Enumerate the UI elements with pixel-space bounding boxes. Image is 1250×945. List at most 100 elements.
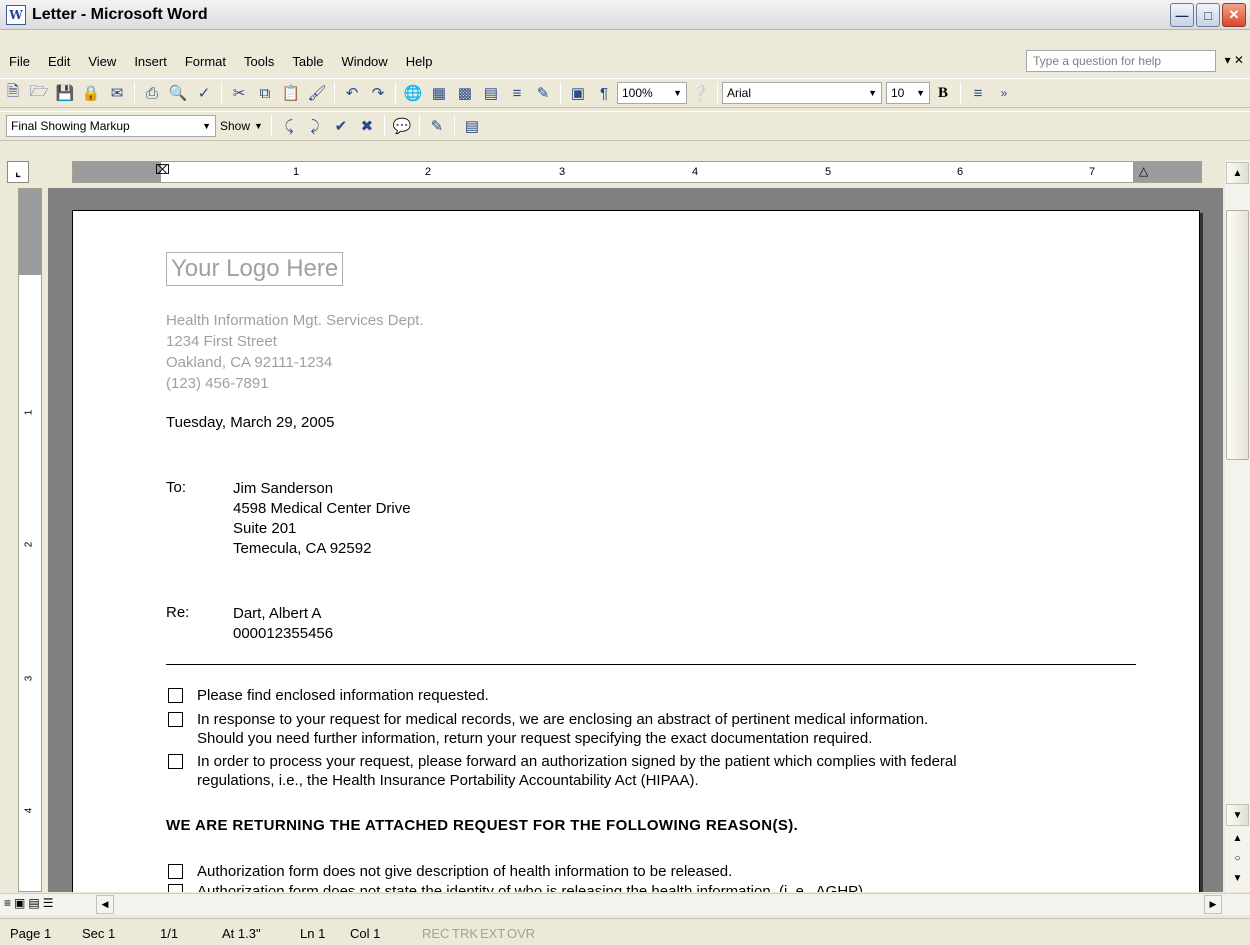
open-folder-icon[interactable]: 🗁 [28, 82, 50, 104]
doc-window-controls[interactable]: ▾ ✕ [1225, 53, 1244, 67]
checkbox[interactable] [168, 864, 183, 879]
zoom-value: 100% [622, 86, 653, 100]
email-icon[interactable]: ✉ [106, 82, 128, 104]
help-icon[interactable]: ❔ [689, 82, 711, 104]
print-icon[interactable]: ⎙ [141, 82, 163, 104]
cut-icon[interactable]: ✂ [228, 82, 250, 104]
normal-view-icon[interactable]: ≡ [4, 896, 11, 910]
close-button[interactable]: ✕ [1222, 3, 1246, 27]
tab-selector-button[interactable]: ⌞ [7, 161, 29, 183]
redo-icon[interactable]: ↷ [367, 82, 389, 104]
toolbar-separator [960, 82, 961, 104]
checkbox[interactable] [168, 754, 183, 769]
web-layout-icon[interactable]: ▣ [14, 896, 25, 910]
show-hide-icon[interactable]: ¶ [593, 82, 615, 104]
toolbar-separator [270, 115, 272, 137]
insert-excel-icon[interactable]: ▤ [480, 82, 502, 104]
document-area[interactable]: Your Logo Here Health Information Mgt. S… [48, 188, 1223, 892]
bold-button[interactable]: B [932, 82, 954, 104]
vertical-ruler[interactable]: 1 2 3 4 [18, 188, 42, 892]
scroll-right-icon[interactable]: ▶ [1204, 895, 1222, 914]
chevron-down-icon: ▼ [202, 121, 211, 131]
horizontal-ruler[interactable]: 1 2 3 4 5 6 7 ⌧ △ [72, 161, 1202, 183]
document-page[interactable]: Your Logo Here Health Information Mgt. S… [72, 210, 1200, 892]
menu-table[interactable]: Table [283, 54, 332, 69]
status-trk[interactable]: TRK [452, 926, 478, 941]
show-menu-button[interactable]: Show ▼ [216, 119, 267, 133]
checkbox[interactable] [168, 884, 183, 892]
tables-borders-icon[interactable]: ▦ [428, 82, 450, 104]
toolbar-overflow-icon[interactable]: » [993, 82, 1015, 104]
indent-marker-icon[interactable]: ⌧ [155, 162, 170, 178]
next-page-icon[interactable]: ▼ [1226, 867, 1249, 889]
next-change-icon[interactable]: ⤸ [304, 115, 326, 137]
word-app-icon[interactable]: W [6, 4, 26, 25]
bullets-icon[interactable]: ≡ [967, 82, 989, 104]
status-ovr[interactable]: OVR [507, 926, 535, 941]
chevron-down-icon: ▼ [868, 88, 877, 98]
previous-page-icon[interactable]: ▲ [1226, 827, 1249, 849]
print-layout-icon[interactable]: ▤ [28, 896, 39, 910]
scroll-left-icon[interactable]: ◀ [96, 895, 114, 914]
drawing-icon[interactable]: ✎ [532, 82, 554, 104]
menu-insert[interactable]: Insert [125, 54, 176, 69]
status-rec[interactable]: REC [422, 926, 449, 941]
recipient-line: 4598 Medical Center Drive [233, 500, 411, 517]
insert-comment-icon[interactable]: 💬 [391, 115, 413, 137]
scroll-up-icon[interactable]: ▲ [1226, 162, 1249, 184]
title-bar: W Letter - Microsoft Word — □ ✕ [0, 0, 1250, 30]
vruler-number: 3 [23, 675, 35, 682]
columns-icon[interactable]: ≡ [506, 82, 528, 104]
maximize-button[interactable]: □ [1196, 3, 1220, 27]
minimize-button[interactable]: — [1170, 3, 1194, 27]
previous-change-icon[interactable]: ⤹ [278, 115, 300, 137]
copy-icon[interactable]: ⧉ [254, 82, 276, 104]
hyperlink-icon[interactable]: 🌐 [402, 82, 424, 104]
help-search-input[interactable]: Type a question for help [1026, 50, 1216, 72]
menu-file[interactable]: File [0, 54, 39, 69]
toolbar-separator [418, 115, 420, 137]
browse-object-icon[interactable]: ○ [1226, 847, 1249, 869]
insert-table-icon[interactable]: ▩ [454, 82, 476, 104]
new-document-icon[interactable]: 🗎 [2, 82, 24, 104]
menu-window[interactable]: Window [332, 54, 396, 69]
reason-item: Authorization form does not give descrip… [168, 862, 732, 881]
save-icon[interactable]: 💾 [54, 82, 76, 104]
recipient-line: Jim Sanderson [233, 480, 334, 497]
scroll-thumb[interactable] [1226, 210, 1249, 460]
menu-tools[interactable]: Tools [235, 54, 283, 69]
markup-display-select[interactable]: Final Showing Markup ▼ [6, 115, 216, 137]
print-preview-icon[interactable]: 🔍 [167, 82, 189, 104]
logo-placeholder[interactable]: Your Logo Here [166, 252, 344, 286]
paste-icon[interactable]: 📋 [280, 82, 302, 104]
reviewing-pane-icon[interactable]: ▤ [461, 115, 483, 137]
document-map-icon[interactable]: ▣ [567, 82, 589, 104]
menu-help[interactable]: Help [397, 54, 442, 69]
format-painter-icon[interactable]: 🖌 [306, 82, 328, 104]
to-label: To: [166, 479, 187, 496]
font-select[interactable]: Arial ▼ [722, 82, 882, 104]
show-label: Show [220, 119, 251, 133]
permission-icon[interactable]: 🔒 [80, 82, 102, 104]
font-size-select[interactable]: 10 ▼ [886, 82, 930, 104]
checkbox-text: Please find enclosed information request… [197, 687, 489, 704]
vertical-scrollbar[interactable]: ▲ ▼ ▲ ○ ▼ [1225, 160, 1250, 892]
status-ext[interactable]: EXT [480, 926, 505, 941]
accept-change-icon[interactable]: ✔ [330, 115, 352, 137]
menu-edit[interactable]: Edit [39, 54, 79, 69]
spelling-icon[interactable]: ✓ [193, 82, 215, 104]
toolbar-separator [221, 82, 222, 104]
undo-icon[interactable]: ↶ [341, 82, 363, 104]
ruler-number: 7 [1089, 166, 1096, 178]
checkbox[interactable] [168, 712, 183, 727]
right-indent-marker-icon[interactable]: △ [1139, 164, 1148, 178]
menu-view[interactable]: View [79, 54, 125, 69]
outline-view-icon[interactable]: ☰ [43, 896, 54, 910]
checkbox[interactable] [168, 688, 183, 703]
track-changes-icon[interactable]: ✎ [426, 115, 448, 137]
horizontal-scrollbar[interactable]: ≡ ▣ ▤ ☰ ◀ ▶ [0, 893, 1250, 915]
scroll-down-icon[interactable]: ▼ [1226, 804, 1249, 826]
reject-change-icon[interactable]: ✖ [356, 115, 378, 137]
zoom-select[interactable]: 100% ▼ [617, 82, 687, 104]
menu-format[interactable]: Format [176, 54, 235, 69]
